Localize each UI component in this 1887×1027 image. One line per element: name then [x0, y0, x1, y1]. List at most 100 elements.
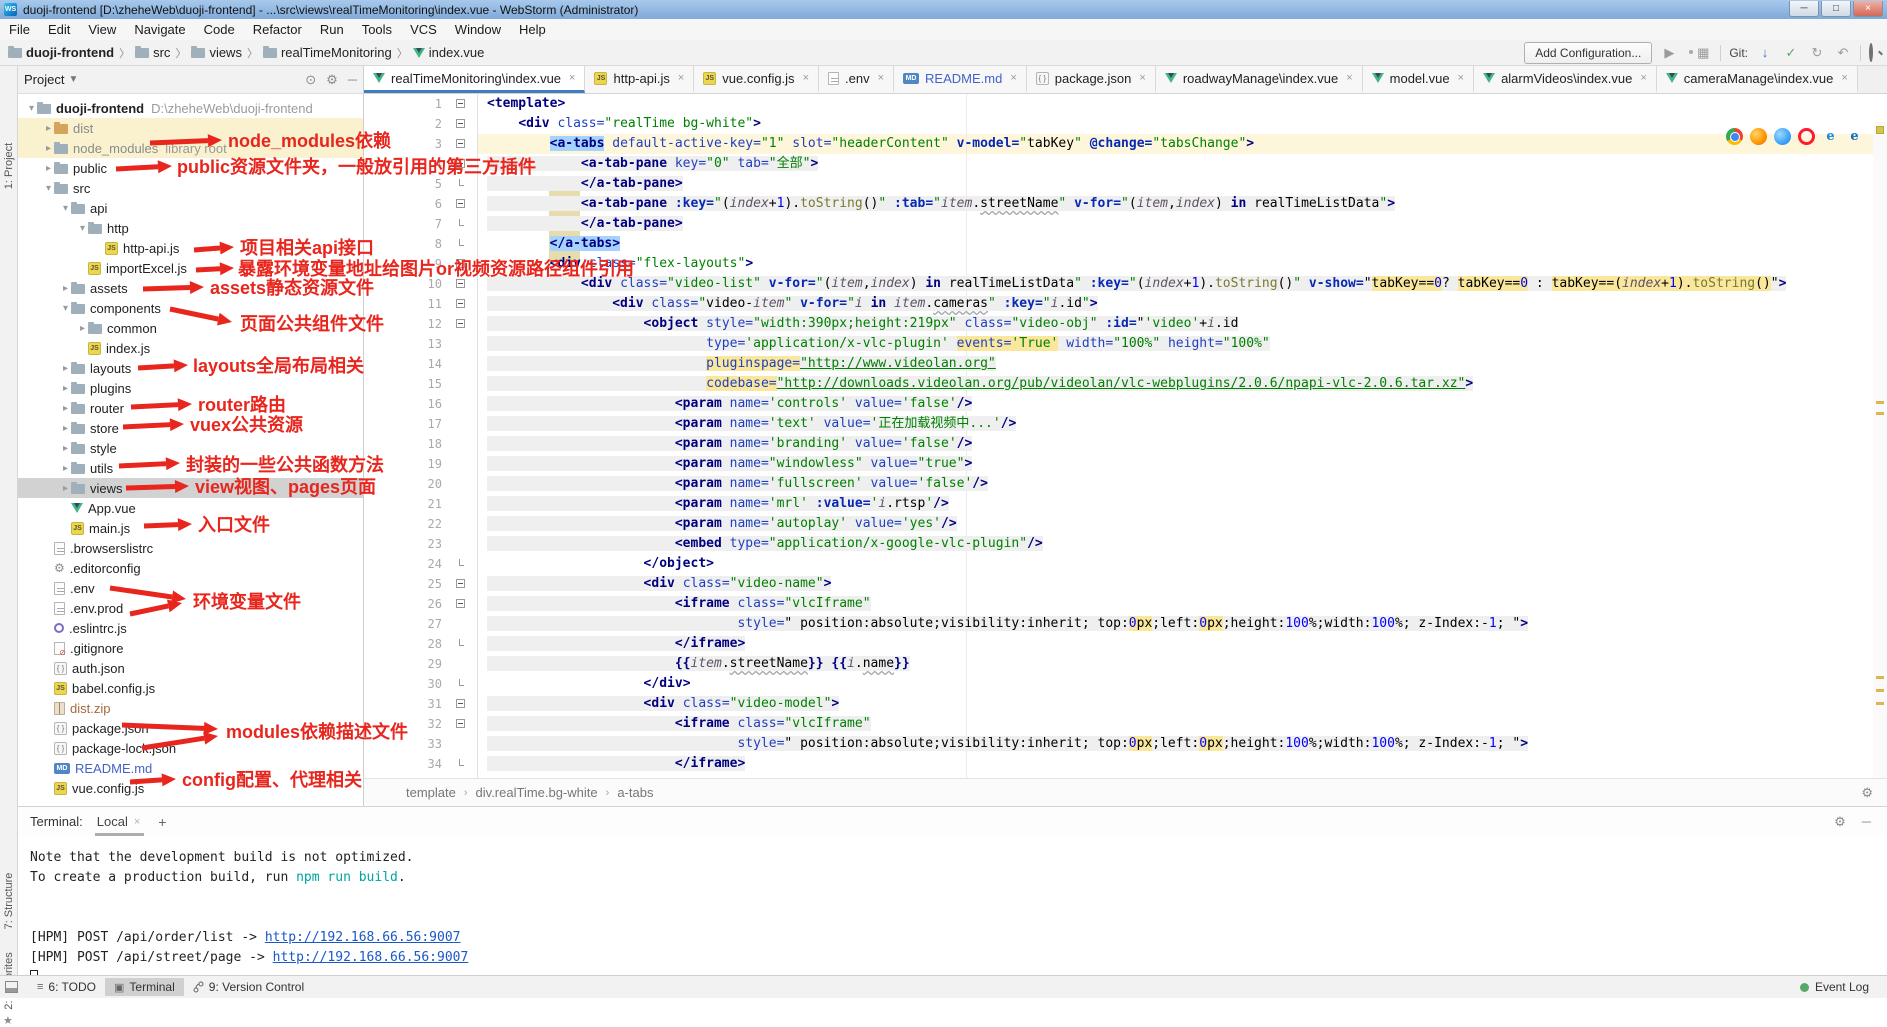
menu-file[interactable]: File	[0, 20, 39, 39]
line-number[interactable]: 34	[364, 754, 442, 774]
close-icon[interactable]: ×	[569, 72, 575, 84]
terminal-link[interactable]: http://192.168.66.56:9007	[265, 930, 461, 945]
locate-icon[interactable]: ⊙	[305, 72, 316, 88]
chevron-icon[interactable]: ▸	[60, 383, 71, 394]
menu-tools[interactable]: Tools	[353, 20, 401, 39]
breadcrumb-item[interactable]: views	[191, 45, 242, 60]
fold-end-icon[interactable]	[459, 639, 464, 646]
line-number[interactable]: 18	[364, 434, 442, 454]
line-number[interactable]: 9	[364, 254, 442, 274]
editor-tab[interactable]: roadwayManage\index.vue×	[1156, 66, 1363, 93]
line-number[interactable]: 4	[364, 154, 442, 174]
tree-item[interactable]: JSvue.config.js	[18, 778, 363, 798]
tree-item[interactable]: ▸node_moduleslibrary root	[18, 138, 363, 158]
code-line[interactable]: <param name='controls' value='false'/>	[487, 394, 1873, 414]
code-line[interactable]: <template>	[487, 94, 1873, 114]
event-log-label[interactable]: Event Log	[1815, 980, 1869, 994]
fold-icon[interactable]	[456, 599, 465, 608]
search-everywhere-icon[interactable]	[1869, 45, 1873, 60]
tree-item[interactable]: ▸utils	[18, 458, 363, 478]
terminal-minimize-icon[interactable]: ─	[1862, 814, 1871, 830]
new-terminal-icon[interactable]: +	[158, 814, 166, 830]
tree-item[interactable]: App.vue	[18, 498, 363, 518]
chevron-icon[interactable]: ▾	[77, 223, 88, 234]
chevron-icon[interactable]: ▾	[60, 303, 71, 314]
fold-end-icon[interactable]	[459, 179, 464, 186]
line-number[interactable]: 17	[364, 414, 442, 434]
git-revert-icon[interactable]: ↶	[1834, 45, 1852, 61]
code-line[interactable]: </iframe>	[487, 634, 1873, 654]
code-line[interactable]: style=" position:absolute;visibility:inh…	[487, 614, 1873, 634]
line-number[interactable]: 29	[364, 654, 442, 674]
code-line[interactable]: </iframe>	[487, 754, 1873, 774]
chevron-icon[interactable]: ▸	[60, 483, 71, 494]
fold-end-icon[interactable]	[459, 239, 464, 246]
editor-breadcrumb-item[interactable]: a-tabs	[617, 785, 653, 800]
tree-item[interactable]: MDREADME.md	[18, 758, 363, 778]
tree-item[interactable]: ▾src	[18, 178, 363, 198]
code-line[interactable]: </a-tab-pane>	[487, 214, 1873, 234]
breadcrumb-item[interactable]: index.vue	[413, 45, 485, 60]
stripe-project-label[interactable]: 1: Project	[3, 143, 15, 189]
git-history-icon[interactable]: ↻	[1808, 45, 1826, 61]
fold-icon[interactable]	[456, 259, 465, 268]
close-icon[interactable]: ×	[1346, 72, 1352, 84]
editor-tab[interactable]: JShttp-api.js×	[585, 66, 694, 93]
tree-item[interactable]: ▾components	[18, 298, 363, 318]
chevron-icon[interactable]: ▸	[43, 143, 54, 154]
editor-tab[interactable]: .env×	[819, 66, 894, 93]
chevron-icon[interactable]: ▾	[60, 203, 71, 214]
close-icon[interactable]: ×	[1010, 72, 1016, 84]
editor-tab[interactable]: JSvue.config.js×	[694, 66, 819, 93]
code-line[interactable]: <div class="video-item" v-for="i in item…	[487, 294, 1873, 314]
editor-gutter[interactable]: 1234567891011121314151617181920212223242…	[364, 94, 478, 778]
chevron-icon[interactable]: ▸	[60, 363, 71, 374]
code-editor[interactable]: 1234567891011121314151617181920212223242…	[364, 94, 1887, 778]
chevron-icon[interactable]: ▾	[26, 103, 37, 114]
chevron-icon[interactable]: ▸	[43, 163, 54, 174]
tree-item[interactable]: ▸dist	[18, 118, 363, 138]
close-icon[interactable]: ×	[1139, 72, 1145, 84]
line-number[interactable]: 16	[364, 394, 442, 414]
line-number[interactable]: 32	[364, 714, 442, 734]
code-line[interactable]: <object style="width:390px;height:219px"…	[487, 314, 1873, 334]
line-number[interactable]: 12	[364, 314, 442, 334]
warning-mark[interactable]	[1876, 689, 1884, 692]
line-number[interactable]: 5	[364, 174, 442, 194]
code-line[interactable]: <div class="realTime bg-white">	[487, 114, 1873, 134]
tree-item[interactable]: ▸assets	[18, 278, 363, 298]
tree-item[interactable]: ▸views	[18, 478, 363, 498]
inspection-indicator[interactable]	[1876, 126, 1884, 134]
menu-refactor[interactable]: Refactor	[244, 20, 311, 39]
code-line[interactable]: </a-tab-pane>	[487, 174, 1873, 194]
maximize-button[interactable]: □	[1821, 1, 1851, 17]
opera-icon[interactable]	[1798, 128, 1815, 145]
code-line[interactable]: <param name='branding' value='false'/>	[487, 434, 1873, 454]
code-line[interactable]: codebase="http://downloads.videolan.org/…	[487, 374, 1873, 394]
coverage-icon[interactable]: ▦	[1694, 45, 1712, 61]
statusbar--todo[interactable]: ≡6: TODO	[28, 978, 105, 996]
line-number[interactable]: 1	[364, 94, 442, 114]
close-icon[interactable]: ×	[1841, 72, 1847, 84]
tree-item[interactable]: .env	[18, 578, 363, 598]
code-line[interactable]: <div class="video-list" v-for="(item,ind…	[487, 274, 1873, 294]
fold-icon[interactable]	[456, 279, 465, 288]
line-number[interactable]: 23	[364, 534, 442, 554]
close-icon[interactable]: ×	[878, 72, 884, 84]
code-line[interactable]: </a-tabs>	[487, 234, 1873, 254]
editor-breadcrumb-item[interactable]: template	[406, 785, 456, 800]
line-number[interactable]: 28	[364, 634, 442, 654]
warning-mark[interactable]	[1876, 412, 1884, 415]
code-line[interactable]: <a-tabs default-active-key="1" slot="hea…	[487, 134, 1873, 154]
edge-icon[interactable]: e	[1846, 128, 1863, 145]
hide-panel-icon[interactable]: ─	[348, 72, 357, 88]
terminal-settings-icon[interactable]: ⚙	[1834, 814, 1846, 830]
line-number[interactable]: 26	[364, 594, 442, 614]
line-number[interactable]: 14	[364, 354, 442, 374]
line-number[interactable]: 2	[364, 114, 442, 134]
editor-tab[interactable]: model.vue×	[1363, 66, 1474, 93]
toolwindow-toggle-icon[interactable]	[5, 981, 18, 993]
firefox-icon[interactable]	[1750, 128, 1767, 145]
fold-end-icon[interactable]	[459, 219, 464, 226]
warning-mark[interactable]	[1876, 401, 1884, 404]
